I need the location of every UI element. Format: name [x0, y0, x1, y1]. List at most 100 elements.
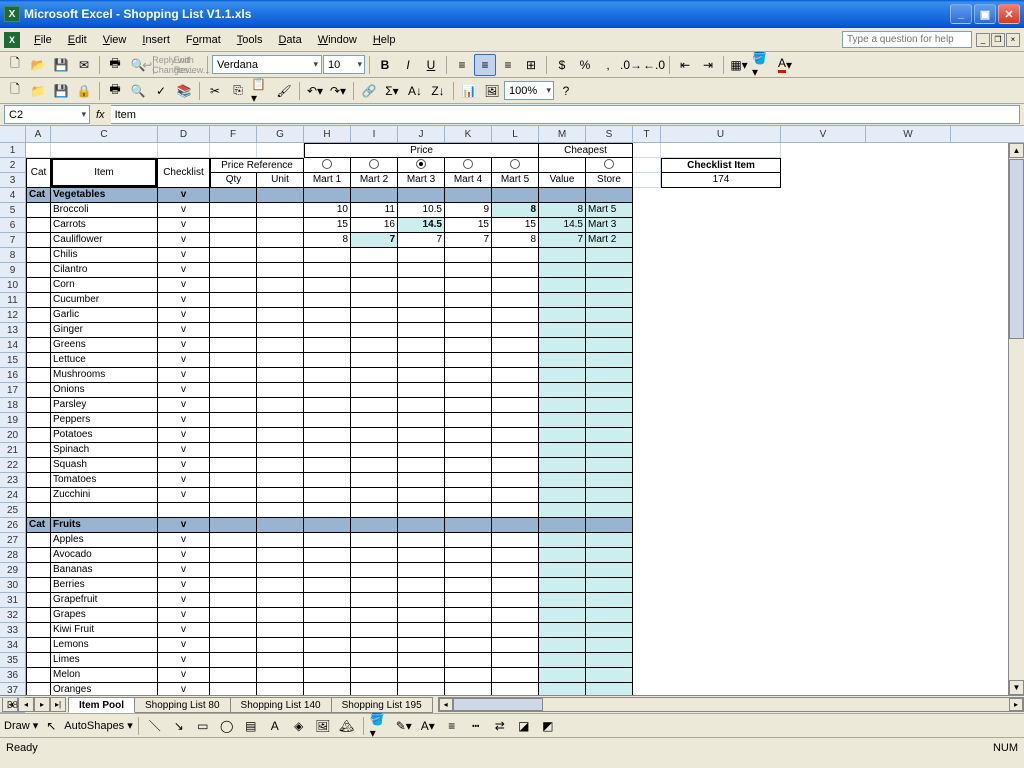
cell[interactable] — [210, 473, 257, 488]
item-name[interactable]: Kiwi Fruit — [51, 623, 158, 638]
item-chk[interactable]: v — [158, 653, 210, 668]
price-cell[interactable] — [351, 458, 398, 473]
price-cell[interactable] — [398, 608, 445, 623]
cheapest-value[interactable] — [539, 248, 586, 263]
price-cell[interactable] — [351, 653, 398, 668]
cell[interactable] — [304, 188, 351, 203]
price-cell[interactable] — [445, 638, 492, 653]
cell[interactable] — [257, 323, 304, 338]
cell[interactable] — [351, 518, 398, 533]
price-cell[interactable] — [304, 443, 351, 458]
menu-data[interactable]: Data — [270, 32, 309, 48]
cheapest-store[interactable] — [586, 578, 633, 593]
cheapest-value[interactable] — [539, 428, 586, 443]
col-header-A[interactable]: A — [26, 126, 51, 142]
price-cell[interactable] — [398, 548, 445, 563]
row-header-27[interactable]: 27 — [0, 533, 25, 548]
price-cell[interactable] — [445, 413, 492, 428]
item-name[interactable]: Grapefruit — [51, 593, 158, 608]
currency-button[interactable]: $ — [551, 54, 573, 76]
line-style-button[interactable]: ≡ — [441, 715, 463, 737]
cell[interactable] — [586, 158, 633, 173]
radio-mart-5[interactable] — [492, 158, 539, 173]
paste-button[interactable]: 📋▾ — [250, 80, 272, 102]
price-cell[interactable] — [445, 458, 492, 473]
cheapest-store[interactable]: Mart 2 — [586, 233, 633, 248]
price-cell[interactable]: 14.5 — [398, 218, 445, 233]
price-cell[interactable] — [351, 398, 398, 413]
cell[interactable] — [398, 518, 445, 533]
price-cell[interactable] — [351, 383, 398, 398]
cheapest-value[interactable] — [539, 473, 586, 488]
row-header-4[interactable]: 4 — [0, 188, 25, 203]
cell[interactable] — [26, 683, 51, 695]
item-name[interactable]: Carrots — [51, 218, 158, 233]
header-price[interactable]: Price — [304, 143, 539, 158]
cat-label[interactable]: Cat — [26, 188, 51, 203]
menu-window[interactable]: Window — [310, 32, 365, 48]
price-cell[interactable] — [304, 368, 351, 383]
price-cell[interactable] — [445, 338, 492, 353]
price-cell[interactable]: 7 — [398, 233, 445, 248]
item-chk[interactable]: v — [158, 293, 210, 308]
item-name[interactable] — [51, 503, 158, 518]
cheapest-value[interactable] — [539, 563, 586, 578]
price-cell[interactable] — [304, 653, 351, 668]
price-cell[interactable] — [304, 338, 351, 353]
select-all-corner[interactable] — [0, 126, 25, 143]
row-header-23[interactable]: 23 — [0, 473, 25, 488]
cheapest-store[interactable] — [586, 383, 633, 398]
col-header-F[interactable]: F — [210, 126, 257, 142]
price-cell[interactable] — [398, 353, 445, 368]
price-cell[interactable] — [492, 383, 539, 398]
cell[interactable] — [210, 458, 257, 473]
row-header-22[interactable]: 22 — [0, 458, 25, 473]
cell[interactable] — [586, 188, 633, 203]
price-cell[interactable] — [304, 428, 351, 443]
scroll-left-button[interactable]: ◂ — [439, 698, 453, 711]
price-cell[interactable] — [398, 578, 445, 593]
cat-chk[interactable]: v — [158, 188, 210, 203]
item-chk[interactable]: v — [158, 323, 210, 338]
cheapest-store[interactable] — [586, 398, 633, 413]
col-header-C[interactable]: C — [51, 126, 158, 142]
price-cell[interactable] — [351, 683, 398, 695]
price-cell[interactable] — [492, 248, 539, 263]
price-cell[interactable] — [445, 473, 492, 488]
sort-asc-button[interactable]: A↓ — [404, 80, 426, 102]
cell[interactable] — [257, 188, 304, 203]
cheapest-store[interactable] — [586, 368, 633, 383]
undo-button[interactable]: ↶▾ — [304, 80, 326, 102]
menu-tools[interactable]: Tools — [229, 32, 271, 48]
row-header-25[interactable]: 25 — [0, 503, 25, 518]
price-cell[interactable] — [398, 248, 445, 263]
price-cell[interactable] — [445, 608, 492, 623]
cell[interactable] — [26, 473, 51, 488]
cheapest-value[interactable] — [539, 668, 586, 683]
cell[interactable] — [210, 293, 257, 308]
row-header-20[interactable]: 20 — [0, 428, 25, 443]
radio-mart-1[interactable] — [304, 158, 351, 173]
row-header-38[interactable]: 38 — [0, 698, 25, 713]
price-cell[interactable] — [398, 308, 445, 323]
print-button[interactable]: 🖶 — [104, 54, 126, 76]
chart-button[interactable]: 📊 — [458, 80, 480, 102]
rectangle-button[interactable]: ▭ — [192, 715, 214, 737]
price-cell[interactable] — [492, 668, 539, 683]
cell[interactable] — [661, 143, 781, 158]
doc-close-button[interactable]: × — [1006, 33, 1020, 47]
cell[interactable] — [257, 413, 304, 428]
cheapest-value[interactable] — [539, 608, 586, 623]
header-unit[interactable]: Unit — [257, 173, 304, 188]
cheapest-store[interactable] — [586, 623, 633, 638]
redo-button[interactable]: ↷▾ — [327, 80, 349, 102]
row-header-18[interactable]: 18 — [0, 398, 25, 413]
cell[interactable] — [26, 623, 51, 638]
header-checklist-item[interactable]: Checklist Item — [661, 158, 781, 173]
shadow-button[interactable]: ◪ — [513, 715, 535, 737]
price-cell[interactable] — [351, 323, 398, 338]
cell[interactable] — [26, 323, 51, 338]
radio-mart-2[interactable] — [351, 158, 398, 173]
price-cell[interactable] — [304, 383, 351, 398]
radio-icon[interactable] — [416, 159, 426, 169]
